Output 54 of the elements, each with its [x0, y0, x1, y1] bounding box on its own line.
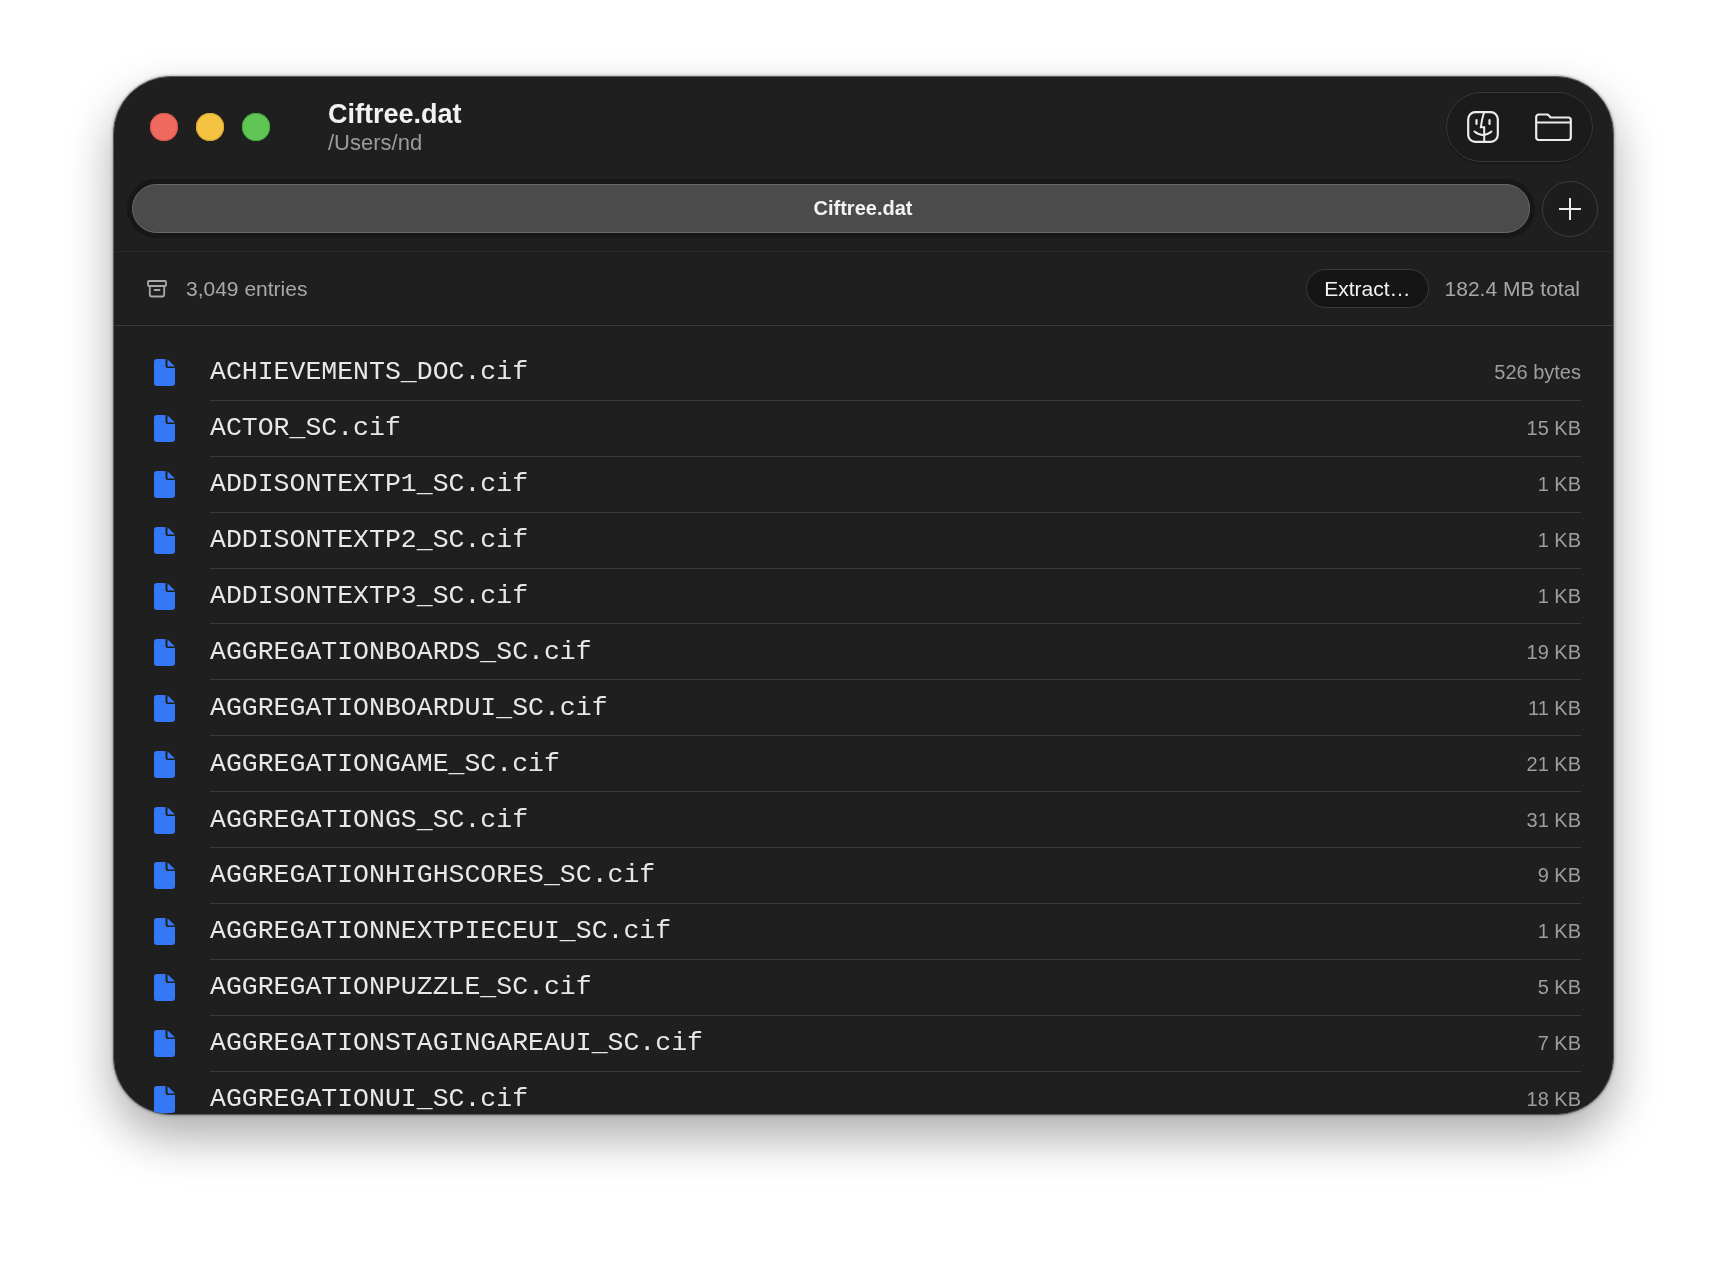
- close-button[interactable]: [150, 113, 178, 141]
- file-icon: [154, 918, 175, 946]
- face-icon[interactable]: [1467, 111, 1499, 143]
- archive-icon: [147, 279, 167, 298]
- file-size: 1 KB: [1537, 472, 1581, 497]
- window-subtitle: /Users/nd: [328, 130, 423, 156]
- file-size: 7 KB: [1537, 1031, 1581, 1056]
- file-name[interactable]: ACHIEVEMENTS_DOC.cif: [210, 359, 1495, 386]
- file-name[interactable]: AGGREGATIONGAME_SC.cif: [210, 750, 1527, 777]
- file-icon: [154, 862, 175, 890]
- file-size: 526 bytes: [1494, 360, 1581, 385]
- file-icon: [154, 415, 175, 443]
- file-name[interactable]: AGGREGATIONBOARDUI_SC.cif: [210, 694, 1528, 721]
- file-size: 9 KB: [1537, 863, 1581, 888]
- file-size: 21 KB: [1526, 751, 1581, 776]
- file-name[interactable]: AGGREGATIONBOARDS_SC.cif: [210, 638, 1527, 665]
- file-size: 1 KB: [1537, 584, 1581, 608]
- file-size: 15 KB: [1526, 416, 1581, 441]
- minimize-button[interactable]: [196, 113, 224, 141]
- total-size: 182.4 MB total: [1444, 276, 1580, 301]
- file-name[interactable]: ACTOR_SC.cif: [210, 415, 1527, 442]
- file-icon: [154, 638, 175, 666]
- file-name[interactable]: ADDISONTEXTP3_SC.cif: [210, 583, 1538, 609]
- folder-icon[interactable]: [1535, 113, 1572, 141]
- file-name[interactable]: AGGREGATIONHIGHSCORES_SC.cif: [210, 862, 1538, 889]
- entry-count: 3,049 entries: [186, 276, 308, 301]
- zoom-button[interactable]: [242, 113, 270, 141]
- window-title: Ciftree.dat: [328, 98, 462, 130]
- file-size: 18 KB: [1526, 1087, 1581, 1111]
- file-icon: [154, 974, 175, 1002]
- file-name[interactable]: AGGREGATIONSTAGINGAREAUI_SC.cif: [210, 1030, 1538, 1057]
- file-name[interactable]: AGGREGATIONPUZZLE_SC.cif: [210, 974, 1538, 1001]
- file-icon: [154, 1086, 175, 1113]
- file-name[interactable]: ADDISONTEXTP1_SC.cif: [210, 471, 1538, 498]
- file-icon: [154, 694, 175, 722]
- extract-button[interactable]: Extract…: [1306, 269, 1429, 308]
- file-name[interactable]: AGGREGATIONNEXTPIECEUI_SC.cif: [210, 918, 1538, 945]
- file-icon: [154, 750, 175, 778]
- file-size: 5 KB: [1537, 975, 1581, 1000]
- file-size: 11 KB: [1528, 695, 1581, 720]
- file-icon: [154, 359, 175, 387]
- file-name[interactable]: AGGREGATIONUI_SC.cif: [210, 1086, 1527, 1112]
- file-name[interactable]: ADDISONTEXTP2_SC.cif: [210, 527, 1538, 554]
- file-size: 19 KB: [1526, 639, 1581, 664]
- file-icon: [154, 1030, 175, 1058]
- file-icon: [154, 583, 175, 610]
- file-icon: [154, 806, 175, 834]
- file-icon: [154, 471, 175, 499]
- file-name[interactable]: AGGREGATIONGS_SC.cif: [210, 806, 1527, 833]
- file-size: 1 KB: [1537, 528, 1581, 553]
- plus-icon: [1559, 197, 1581, 220]
- file-size: 31 KB: [1526, 807, 1581, 832]
- file-icon: [154, 527, 175, 555]
- file-size: 1 KB: [1537, 919, 1581, 944]
